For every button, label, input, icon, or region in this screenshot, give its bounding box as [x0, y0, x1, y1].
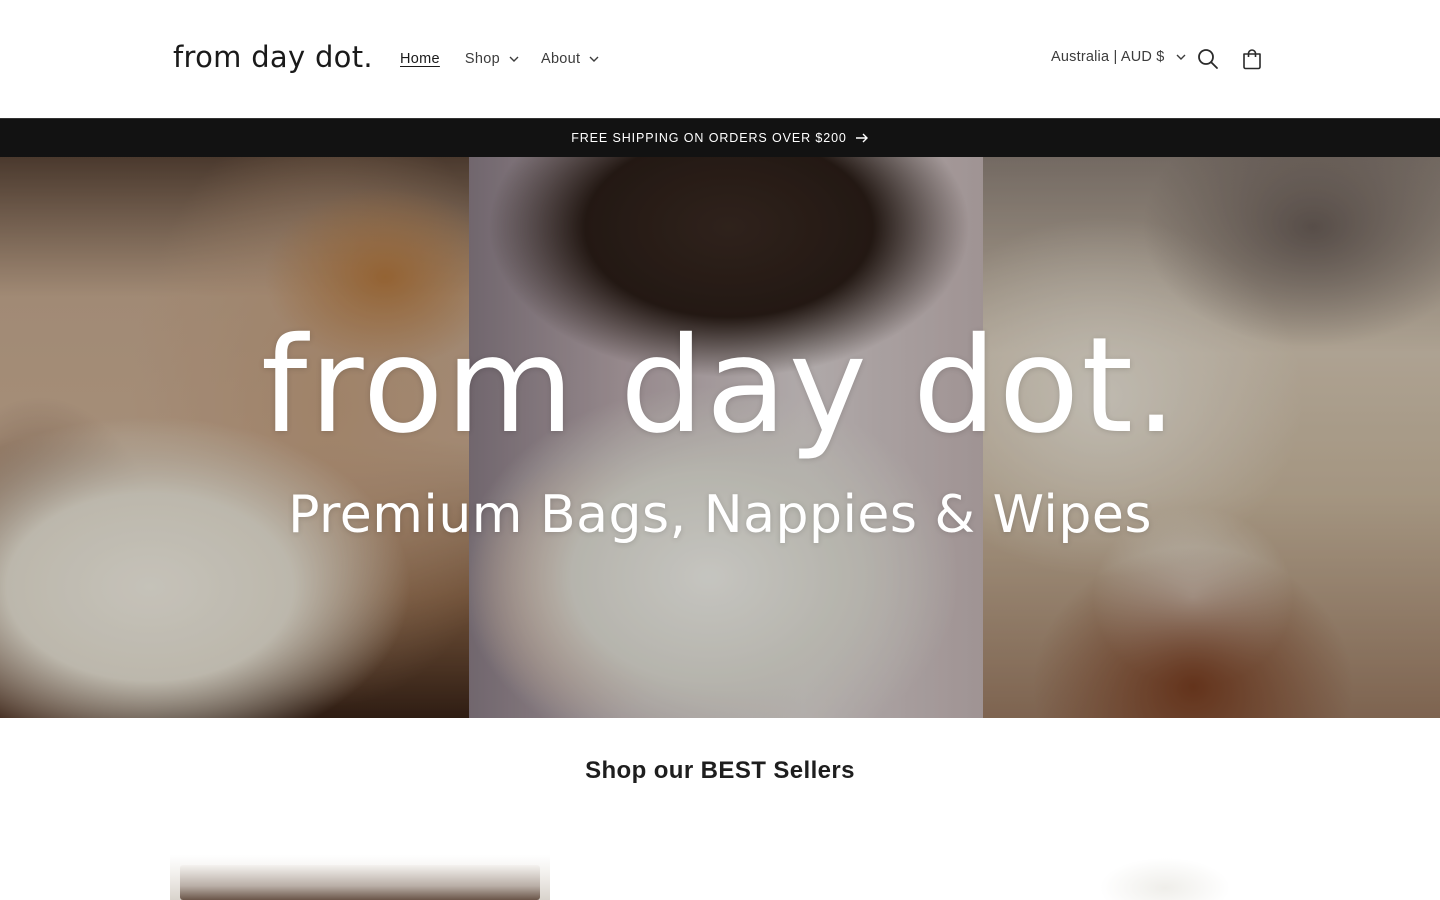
hero-title: from day dot.	[260, 309, 1180, 463]
country-currency-label: Australia | AUD $	[1051, 49, 1165, 65]
announcement-bar: FREE SHIPPING ON ORDERS OVER $200	[0, 118, 1440, 157]
chevron-down-icon	[508, 53, 520, 65]
chevron-down-icon	[1175, 51, 1187, 63]
nav-about-label: About	[540, 51, 581, 67]
cart-icon[interactable]	[1239, 46, 1265, 72]
chevron-down-icon	[588, 53, 600, 65]
hero-subtitle: Premium Bags, Nappies & Wipes	[288, 485, 1152, 545]
nav-shop-menu[interactable]: Shop	[465, 51, 520, 67]
announcement-text: FREE SHIPPING ON ORDERS OVER $200	[571, 131, 847, 145]
arrow-right-icon	[855, 133, 868, 143]
hero-banner: from day dot. Premium Bags, Nappies & Wi…	[0, 157, 1440, 718]
nav-home-link[interactable]: Home	[400, 51, 440, 67]
main-nav: Home Shop About	[400, 49, 600, 69]
site-logo[interactable]: from day dot.	[173, 40, 373, 74]
announcement-link[interactable]: FREE SHIPPING ON ORDERS OVER $200	[571, 131, 869, 145]
country-currency-selector[interactable]: Australia | AUD $	[1051, 49, 1187, 65]
site-header: from day dot. Home Shop About Australia …	[0, 0, 1440, 118]
search-icon[interactable]	[1195, 46, 1221, 72]
nav-shop-label: Shop	[464, 51, 500, 67]
product-image	[180, 865, 540, 900]
nav-about-menu[interactable]: About	[541, 51, 600, 67]
best-sellers-title: Shop our BEST Sellers	[585, 757, 855, 784]
product-image	[1100, 858, 1230, 900]
